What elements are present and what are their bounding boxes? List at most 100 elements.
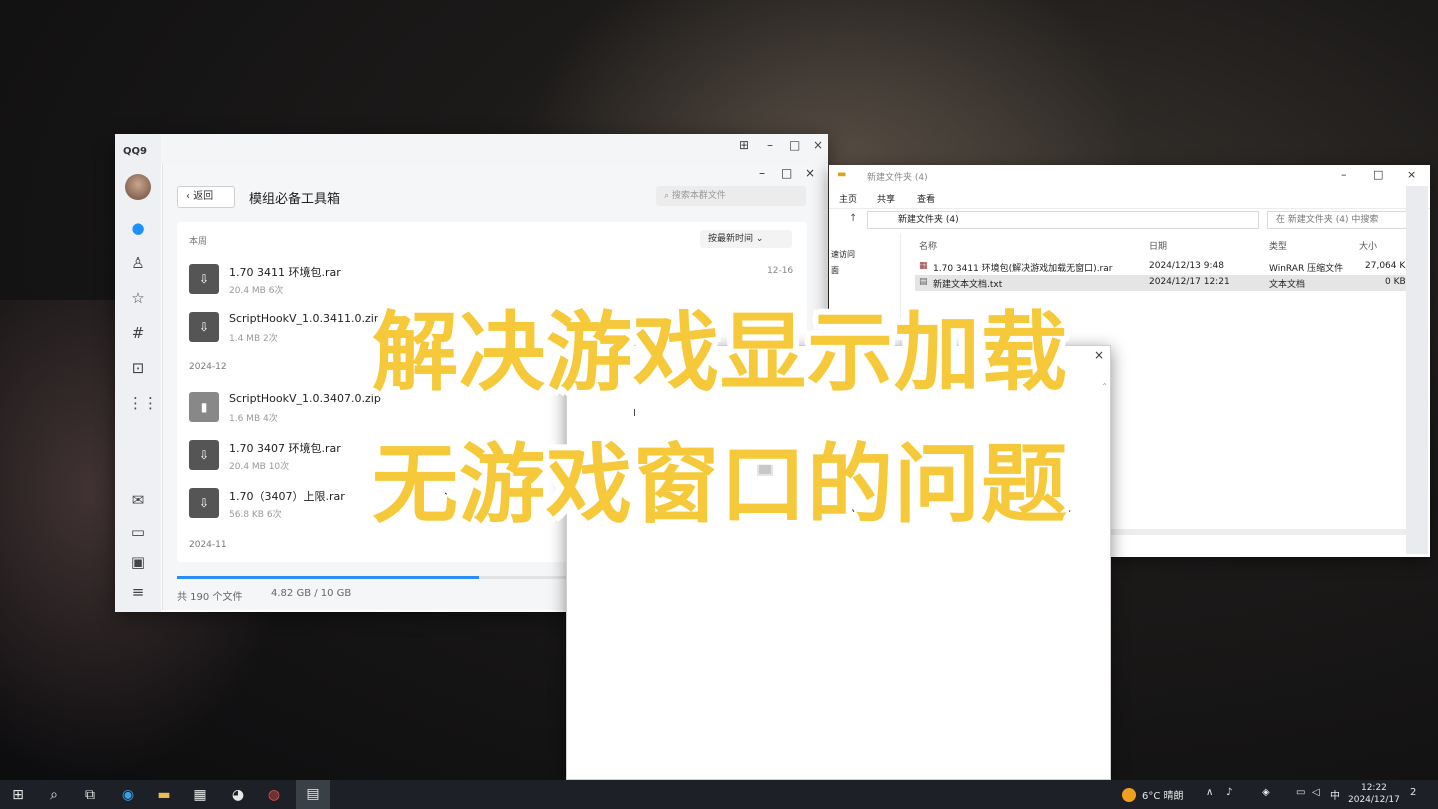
file-name: 1.70 3411 环境包.rar <box>229 266 341 279</box>
download-icon[interactable]: ⇩ <box>189 440 219 470</box>
row-type: WinRAR 压缩文件 <box>1269 264 1344 274</box>
weather-text: 6°C 晴朗 <box>1142 791 1184 802</box>
clock[interactable]: 12:22 2024/12/17 <box>1348 782 1400 806</box>
tab-share[interactable]: 共享 <box>877 192 895 205</box>
qq-sidebar: QQ9 ● ♙ ☆ # ⊡ ⋮⋮ ✉ ▭ ▣ ≡ <box>115 134 161 612</box>
minimize-button[interactable]: – <box>1341 168 1347 181</box>
edge-icon[interactable]: ◉ <box>118 785 138 805</box>
group-label: 本周 <box>189 237 208 247</box>
nav-quick-access[interactable]: 速访问 <box>831 249 855 260</box>
contacts-icon[interactable]: ♙ <box>128 253 148 273</box>
clock-time: 12:22 <box>1360 783 1387 793</box>
avatar[interactable] <box>125 174 151 200</box>
file-meta: 1.4 MB 2次 <box>229 334 278 344</box>
close-button[interactable]: × <box>1407 168 1416 181</box>
search-icon[interactable]: ⌕ <box>44 785 64 805</box>
explorer-search-input[interactable]: 在 新建文件夹 (4) 中搜索 <box>1267 211 1409 229</box>
column-type[interactable]: 类型 <box>1269 239 1287 252</box>
file-name: 1.70 3407 环境包.rar <box>229 442 341 455</box>
rar-file-icon: ▦ <box>919 261 928 271</box>
address-bar[interactable]: 新建文件夹 (4) <box>867 211 1259 229</box>
file-name: 1.70（3407）上限.rar <box>229 490 345 503</box>
file-meta: 1.6 MB 4次 <box>229 414 278 424</box>
pin-icon[interactable]: ⊞ <box>739 138 749 152</box>
tab-home[interactable]: 主页 <box>839 192 857 205</box>
file-meta: 20.4 MB 6次 <box>229 286 284 296</box>
panel-title: 模组必备工具箱 <box>249 192 341 207</box>
address-path: 新建文件夹 (4) <box>898 215 959 225</box>
file-count: 共 190 个文件 <box>177 592 243 603</box>
chat-icon[interactable]: ● <box>128 218 148 238</box>
row-name: 1.70 3411 环境包(解决游戏加载无窗口).rar <box>933 264 1113 274</box>
file-explorer-icon[interactable]: ▬ <box>154 785 174 805</box>
qq-topbar: ⊞ – □ × <box>161 134 828 164</box>
sort-select[interactable]: 按最新时间 ⌄ <box>700 230 792 248</box>
network-icon[interactable]: ▭ <box>1296 787 1305 798</box>
file-date: 12-16 <box>767 266 794 276</box>
task-view-icon[interactable]: ⧉ <box>80 785 100 805</box>
row-size: 0 KB <box>1385 277 1406 287</box>
clock-date: 2024/12/17 <box>1348 795 1400 805</box>
column-name[interactable]: 名称 <box>919 239 937 252</box>
row-date: 2024/12/17 12:21 <box>1149 277 1230 287</box>
download-icon[interactable]: ⇩ <box>189 488 219 518</box>
ime-indicator[interactable]: 中 <box>1330 787 1340 802</box>
group-label: 2024-11 <box>189 540 227 550</box>
taskbar: ⊞ ⌕ ⧉ ◉ ▬ ▦ ◕ ◍ ▤ 6°C 晴朗 ∧ ♪ ◈ ▭ ◁ 中 12:… <box>0 780 1438 809</box>
column-date[interactable]: 日期 <box>1149 239 1167 252</box>
row-size: 27,064 KB <box>1365 261 1412 271</box>
notification-badge[interactable]: 2 <box>1410 787 1416 798</box>
close-button[interactable]: × <box>813 138 823 152</box>
weather-icon <box>1122 788 1136 802</box>
folder-icon[interactable]: ▭ <box>128 522 148 542</box>
start-icon[interactable]: ⊞ <box>8 785 28 805</box>
download-icon[interactable]: ⇩ <box>189 312 219 342</box>
side-toolbar <box>1406 186 1428 554</box>
file-search-input[interactable]: ⌕ 搜索本群文件 <box>656 186 806 206</box>
minimize-button[interactable]: – <box>767 138 773 152</box>
microphone-icon[interactable]: ♪ <box>1226 787 1232 798</box>
column-size[interactable]: 大小 <box>1359 239 1377 252</box>
panel-maximize-button[interactable]: □ <box>781 166 792 180</box>
group-label: 2024-12 <box>189 362 227 372</box>
nav-desktop[interactable]: 面 <box>831 265 839 276</box>
shield-icon[interactable]: ◈ <box>1262 787 1270 798</box>
panel-close-button[interactable]: × <box>805 166 815 180</box>
file-meta: 20.4 MB 10次 <box>229 462 290 472</box>
panel-minimize-button[interactable]: – <box>759 166 765 180</box>
back-label: 返回 <box>193 191 214 202</box>
volume-icon[interactable]: ◁ <box>1312 787 1320 798</box>
store-icon[interactable]: ▦ <box>190 785 210 805</box>
row-date: 2024/12/13 9:48 <box>1149 261 1224 271</box>
bookmark-icon[interactable]: ▣ <box>128 552 148 572</box>
explorer-search-placeholder: 在 新建文件夹 (4) 中搜索 <box>1276 215 1379 225</box>
caption-line-2: 无游戏窗口的问题 <box>370 433 1069 537</box>
file-meta: 56.8 KB 6次 <box>229 510 282 520</box>
star-icon[interactable]: ☆ <box>128 288 148 308</box>
tray-overflow-icon[interactable]: ∧ <box>1206 787 1213 798</box>
folder-icon: ▬ <box>837 169 847 180</box>
caption-line-1: 解决游戏显示加载 <box>370 301 1069 405</box>
zip-file-icon: ▮ <box>189 392 219 422</box>
maximize-button[interactable]: □ <box>789 138 800 152</box>
tab-view[interactable]: 查看 <box>917 192 935 205</box>
file-row[interactable]: ▦ 1.70 3411 环境包(解决游戏加载无窗口).rar 2024/12/1… <box>915 259 1411 275</box>
storage-usage: 4.82 GB / 10 GB <box>271 588 352 599</box>
sort-label: 按最新时间 <box>708 234 754 244</box>
menu-icon[interactable]: ≡ <box>128 582 148 602</box>
mail-icon[interactable]: ✉ <box>128 490 148 510</box>
qq-icon[interactable]: ◕ <box>228 785 248 805</box>
apps-grid-icon[interactable]: ⋮⋮ <box>128 393 158 413</box>
back-button[interactable]: ‹ 返回 <box>177 186 235 208</box>
search-placeholder: 搜索本群文件 <box>671 191 726 201</box>
maximize-button[interactable]: □ <box>1373 168 1383 181</box>
download-icon[interactable]: ⇩ <box>189 264 219 294</box>
row-type: 文本文档 <box>1269 280 1306 290</box>
game-launcher-icon[interactable]: ◍ <box>264 785 284 805</box>
qq-logo: QQ9 <box>123 146 147 157</box>
notepad-window: × I ⌃ <box>566 345 1111 780</box>
channel-icon[interactable]: # <box>128 323 148 343</box>
up-arrow-icon[interactable]: ↑ <box>849 213 857 224</box>
notepad-taskbar-icon[interactable]: ▤ <box>296 780 330 809</box>
book-icon[interactable]: ⊡ <box>128 358 148 378</box>
